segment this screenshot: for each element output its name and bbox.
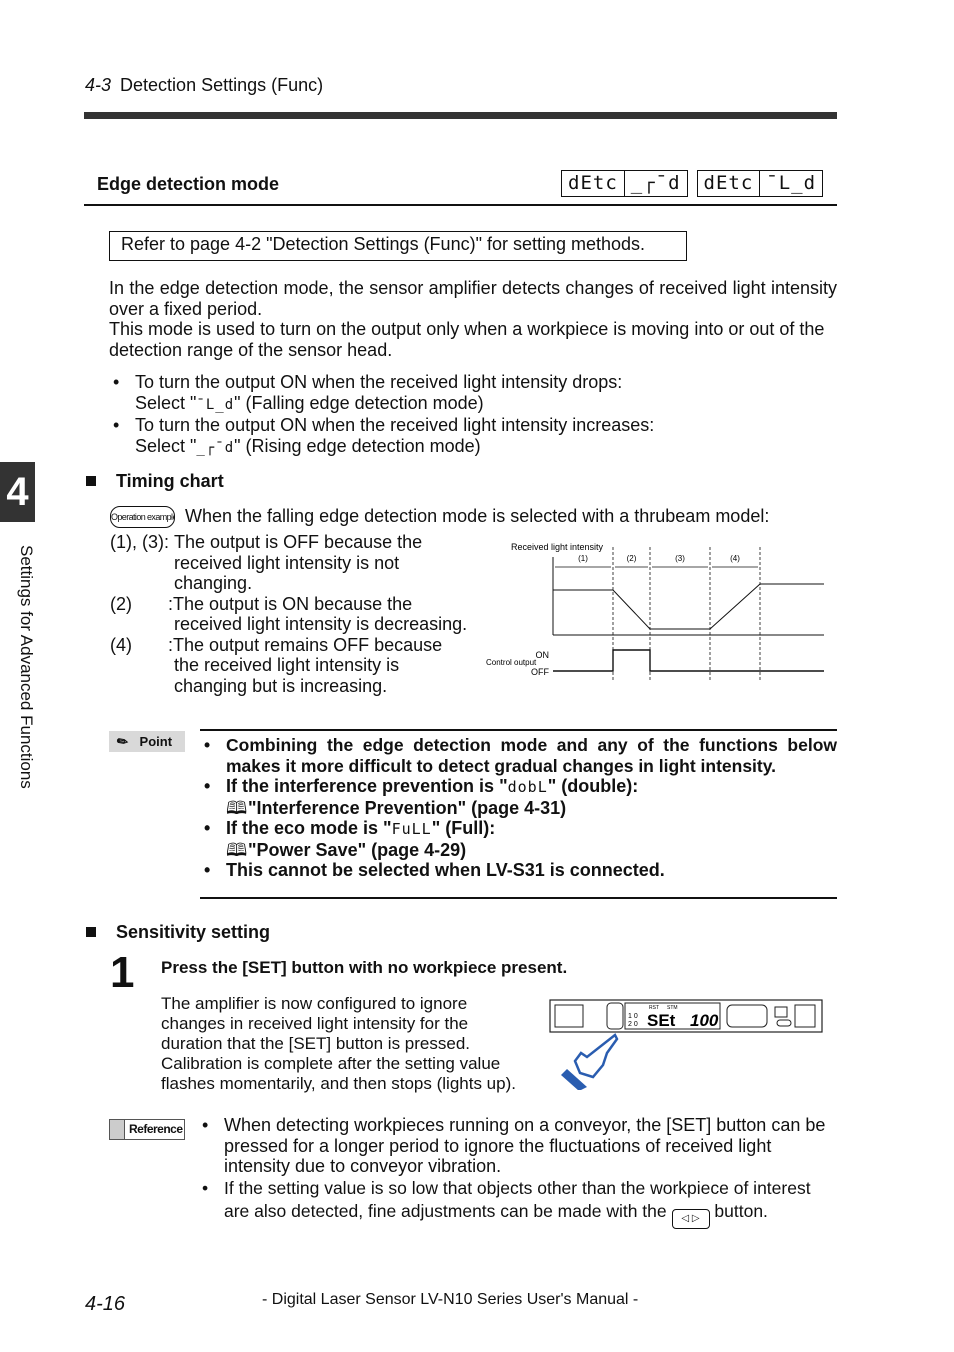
point-bottom-rule [200, 897, 837, 899]
step-body: The amplifier is now configured to ignor… [161, 994, 516, 1093]
select-pre: Select " [135, 392, 197, 413]
mode-bullet-list: To turn the output ON when the received … [109, 372, 809, 458]
lcd-left: dEtc [698, 171, 761, 196]
control-output-line [553, 649, 824, 672]
point-list: Combining the edge detection mode and an… [200, 735, 837, 881]
explanation-text: The output is OFF because the received l… [174, 532, 423, 593]
title-rule [84, 204, 837, 206]
intro-paragraph-2: This mode is used to turn on the output … [109, 319, 825, 360]
point-badge-label: Point [139, 734, 173, 749]
point-item: This cannot be selected when LV-S31 is c… [200, 860, 837, 881]
lcd-code: ¯L_d [196, 396, 235, 413]
chapter-side-title-wrap: Settings for Advanced Functions [6, 545, 36, 835]
manual-title: - Digital Laser Sensor LV-N10 Series Use… [262, 1291, 639, 1308]
explanation-item: (1), (3): The output is OFF because the … [110, 532, 480, 594]
section-number: 4-3 [85, 75, 112, 95]
phase-label: (2) [627, 554, 637, 563]
adjust-button-icon: ◁ ▷ [671, 1208, 710, 1229]
pointing-hand-icon [561, 1033, 619, 1090]
lcd-indicator: 2 0 [628, 1021, 638, 1028]
text: " (Full): [431, 818, 496, 838]
explanation-label: (1), (3): [110, 532, 170, 552]
phase-label: (4) [730, 554, 740, 563]
explanation-item: (4) :The output remains OFF because the … [110, 635, 480, 697]
bullet-text: To turn the output ON when the received … [135, 415, 655, 435]
explanation-label: (4) [110, 634, 132, 655]
reference-badge-label: Reference [129, 1122, 183, 1136]
book-icon: 🕮 [226, 839, 248, 860]
reference-badge: Reference [109, 1119, 185, 1140]
lcd-right: ¯L_d [766, 172, 817, 194]
step-title: Press the [SET] button with no workpiece… [161, 958, 568, 977]
point-top-rule [200, 729, 837, 731]
phase-label: (3) [675, 554, 685, 563]
select-post: " (Falling edge detection mode) [234, 392, 484, 413]
bullet-select-line: Select "¯L_d" (Falling edge detection mo… [135, 393, 809, 416]
edge-mode-title: Edge detection mode [97, 174, 280, 194]
point-ref-interference[interactable]: 🕮"Interference Prevention" (page 4-31) [200, 798, 837, 819]
operation-text: When the falling edge detection mode is … [185, 506, 770, 526]
amplifier-illustration: 1 0 2 0 RST STM SEt 100 [549, 999, 823, 1090]
ref-link[interactable]: "Interference Prevention" (page 4-31) [248, 798, 566, 818]
y-axis-label: Received light intensity [511, 542, 604, 552]
step-number: 1 [110, 948, 135, 997]
select-post: " (Rising edge detection mode) [234, 435, 481, 456]
running-header: 4-3 Detection Settings (Func) [85, 75, 323, 96]
timing-chart-heading: Timing chart [86, 471, 224, 492]
text: If the eco mode is " [226, 818, 392, 838]
operation-example-badge: Operation example [110, 506, 175, 528]
sensitivity-heading: Sensitivity setting [86, 922, 270, 943]
timing-chart: Received light intensity Control output … [486, 542, 824, 680]
page-number: 4-16 [85, 1293, 126, 1315]
point-item-interference: If the interference prevention is "dobL"… [200, 776, 837, 798]
text: button. [714, 1200, 768, 1221]
explanation-text: :The output is ON because the received l… [168, 593, 468, 635]
bullet-select-line: Select "_┌¯d" (Rising edge detection mod… [135, 436, 809, 459]
lcd-left: dEtc [562, 171, 625, 196]
on-label: ON [536, 650, 550, 660]
book-icon: 🕮 [226, 797, 248, 818]
refer-box[interactable]: Refer to page 4-2 "Detection Settings (F… [109, 231, 687, 261]
lcd-code: _┌¯d [196, 439, 235, 456]
reference-item: If the setting value is so low that obje… [198, 1177, 838, 1229]
point-ref-eco[interactable]: 🕮"Power Save" (page 4-29) [200, 840, 837, 861]
reference-item: When detecting workpieces running on a c… [198, 1115, 838, 1177]
lcd-code: dobL [507, 778, 548, 796]
explanation-list: (1), (3): The output is OFF because the … [110, 532, 480, 696]
point-item-eco: If the eco mode is "FuLL" (Full): [200, 818, 837, 840]
intensity-line [553, 583, 824, 630]
ref-link[interactable]: "Power Save" (page 4-29) [248, 840, 466, 860]
pen-icon: ✎ [113, 732, 132, 751]
point-item: Combining the edge detection mode and an… [200, 735, 837, 776]
chapter-tab[interactable]: 4 [0, 462, 35, 522]
chapter-side-title: Settings for Advanced Functions [17, 545, 36, 789]
point-badge: ✎ Point [109, 731, 185, 752]
lcd-right: _┌¯d [630, 172, 681, 194]
mode-bullet-falling: To turn the output ON when the received … [109, 372, 809, 415]
bullet-text: To turn the output ON when the received … [135, 372, 623, 392]
off-label: OFF [531, 667, 549, 677]
select-pre: Select " [135, 435, 197, 456]
lcd-indicator: 1 0 [628, 1013, 638, 1020]
reference-list: When detecting workpieces running on a c… [198, 1115, 838, 1229]
reference-badge-tab [110, 1120, 125, 1139]
explanation-label: (2) [110, 593, 132, 614]
lcd-code: FuLL [391, 820, 432, 838]
intro-paragraph-1: In the edge detection mode, the sensor a… [109, 278, 837, 319]
lcd-display-group: dEtc _┌¯d dEtc ¯L_d [561, 170, 824, 197]
text: If the interference prevention is " [226, 776, 508, 796]
lcd-display-rising: dEtc _┌¯d [561, 170, 688, 197]
mode-bullet-rising: To turn the output ON when the received … [109, 415, 809, 458]
control-output-label: Control output [486, 658, 537, 667]
header-rule [84, 112, 837, 119]
explanation-item: (2) :The output is ON because the receiv… [110, 594, 480, 635]
lcd-display-falling: dEtc ¯L_d [696, 170, 824, 197]
section-title: Detection Settings (Func) [120, 75, 324, 95]
text: " (double): [547, 776, 639, 796]
phase-label: (1) [578, 554, 588, 563]
device-lcd-right: 100 [690, 1011, 719, 1030]
explanation-text: :The output remains OFF because the rece… [168, 634, 443, 696]
device-lcd-left: SEt [647, 1011, 676, 1030]
